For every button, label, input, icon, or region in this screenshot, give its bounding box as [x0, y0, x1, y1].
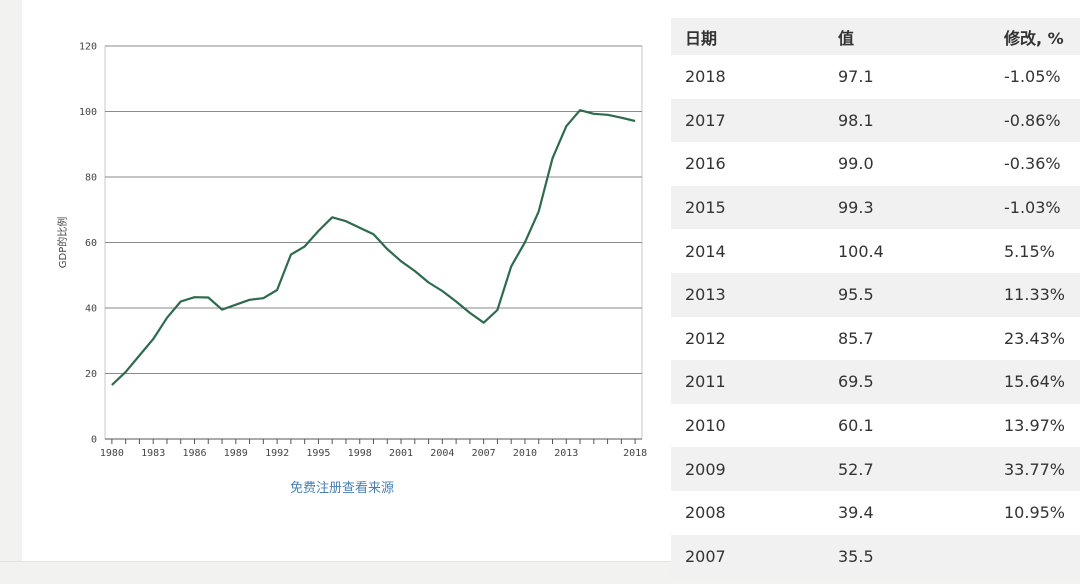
table-row: 2010 60.1 13.97% [671, 403, 1080, 448]
table-row: 2018 97.1 -1.05% [671, 55, 1080, 99]
x-tick-label: 2010 [513, 448, 537, 459]
row-date: 2018 [685, 67, 726, 87]
x-tick-label: 2001 [389, 448, 413, 459]
row-date: 2013 [685, 285, 726, 305]
table-row: 2014 100.4 5.15% [671, 229, 1080, 273]
x-tick-label: 1989 [224, 448, 248, 459]
table-row: 2017 98.1 -0.86% [671, 98, 1080, 143]
row-change: -0.36% [1004, 154, 1061, 174]
row-date: 2009 [685, 459, 726, 479]
row-change: 10.95% [1004, 503, 1066, 523]
row-value: 69.5 [838, 372, 874, 392]
row-value: 98.1 [838, 110, 874, 130]
table-row: 2011 69.5 15.64% [671, 360, 1080, 404]
series-line [111, 109, 636, 386]
y-tick-label: 100 [79, 107, 97, 118]
row-value: 97.1 [838, 67, 874, 87]
table-row: 2007 35.5 [671, 534, 1080, 579]
x-tick-label: 2004 [430, 448, 454, 459]
row-change: 33.77% [1004, 459, 1066, 479]
row-value: 39.4 [838, 503, 874, 523]
row-value: 95.5 [838, 285, 874, 305]
x-tick-label: 1992 [265, 448, 289, 459]
x-tick-label: 2013 [554, 448, 578, 459]
register-to-view-source-link[interactable]: 免费注册查看来源 [290, 477, 404, 496]
data-table: 日期 值 修改, % 2018 97.1 -1.05% 2017 98.1 -0.86% 2… [671, 18, 1080, 579]
x-tick-label: 2018 [623, 448, 647, 459]
x-tick-label: 1980 [100, 448, 124, 459]
row-value: 99.3 [838, 198, 874, 218]
row-value: 60.1 [838, 416, 874, 436]
x-tick-label: 2007 [472, 448, 496, 459]
row-change: 23.43% [1004, 328, 1066, 348]
table-row: 2015 99.3 -1.03% [671, 185, 1080, 230]
row-value: 35.5 [838, 546, 874, 566]
table-row: 2013 95.5 11.33% [671, 272, 1080, 317]
row-date: 2010 [685, 416, 726, 436]
y-tick-label: 60 [85, 238, 97, 249]
table-row: 2008 39.4 10.95% [671, 490, 1080, 535]
x-tick-label: 1986 [182, 448, 206, 459]
row-date: 2012 [685, 328, 726, 348]
header-value[interactable]: 值 [838, 25, 1004, 49]
row-date: 2014 [685, 241, 726, 261]
x-tick-label: 1995 [306, 448, 330, 459]
y-tick-label: 0 [91, 435, 97, 446]
header-date[interactable]: 日期 [671, 25, 838, 49]
table-row: 2012 85.7 23.43% [671, 316, 1080, 361]
y-axis-label: GDP的比例 [56, 217, 69, 268]
row-date: 2015 [685, 198, 726, 218]
row-value: 100.4 [838, 241, 884, 261]
table-row: 2009 52.7 33.77% [671, 447, 1080, 491]
line-chart: 0 20 40 60 80 100 120 1980 1983 1986 1989 1992 1995 1… [56, 42, 647, 460]
y-tick-label: 120 [79, 42, 97, 53]
row-change: -1.05% [1004, 67, 1061, 87]
y-tick-label: 80 [85, 173, 97, 184]
row-change: 11.33% [1004, 285, 1066, 305]
row-date: 2016 [685, 154, 726, 174]
row-date: 2007 [685, 546, 726, 566]
row-change: -1.03% [1004, 198, 1061, 218]
x-tick-label: 1983 [141, 448, 165, 459]
row-change: 13.97% [1004, 416, 1066, 436]
row-change: 15.64% [1004, 372, 1066, 392]
x-tick-label: 1998 [348, 448, 372, 459]
table-row: 2016 99.0 -0.36% [671, 142, 1080, 186]
row-value: 99.0 [838, 154, 874, 174]
row-date: 2011 [685, 372, 726, 392]
header-change[interactable]: 修改, % [1004, 25, 1080, 49]
row-change: 5.15% [1004, 241, 1055, 261]
row-date: 2017 [685, 110, 726, 130]
row-value: 52.7 [838, 459, 874, 479]
table-header-row: 日期 值 修改, % [671, 18, 1080, 55]
row-value: 85.7 [838, 328, 874, 348]
row-change: -0.86% [1004, 110, 1061, 130]
y-tick-label: 20 [85, 369, 97, 380]
row-date: 2008 [685, 503, 726, 523]
y-tick-label: 40 [85, 304, 97, 315]
